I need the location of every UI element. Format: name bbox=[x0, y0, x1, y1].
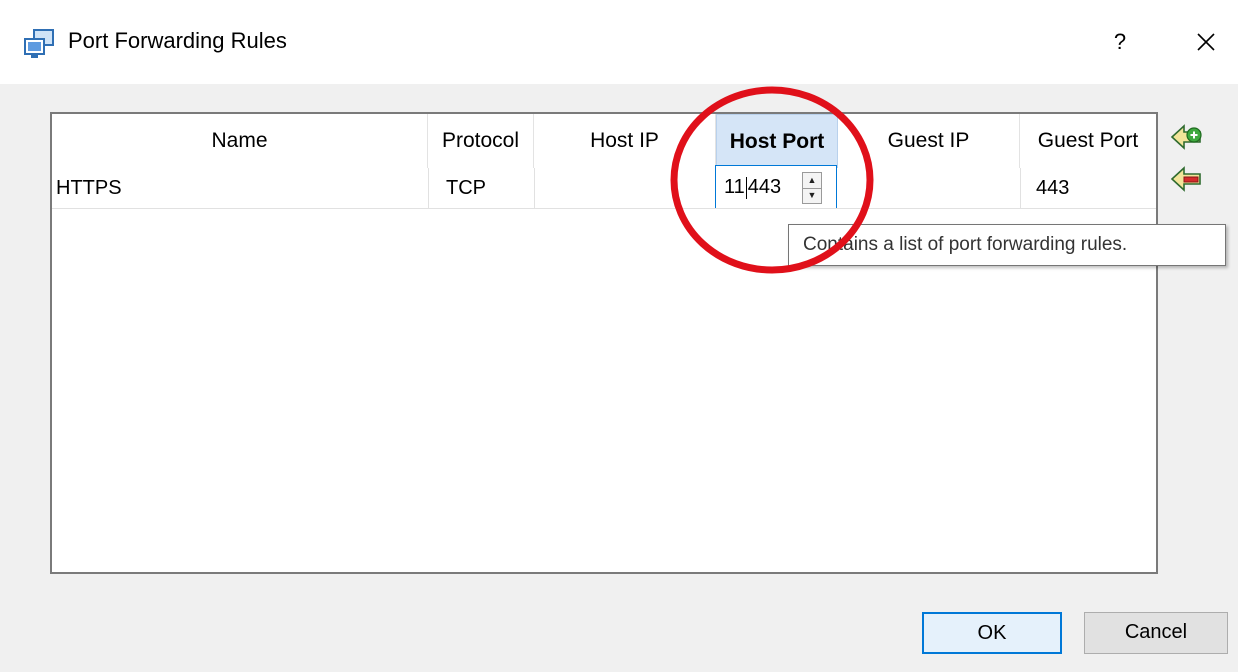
close-button[interactable] bbox=[1182, 22, 1230, 62]
host-port-spinbox[interactable]: 11 443 ▲ ▼ bbox=[715, 165, 837, 209]
column-header-host-port[interactable]: Host Port bbox=[716, 114, 838, 168]
rules-table[interactable]: Name Protocol Host IP Host Port Guest IP… bbox=[50, 112, 1158, 574]
text-caret bbox=[745, 176, 747, 199]
column-divider bbox=[428, 168, 429, 208]
add-rule-icon[interactable] bbox=[1170, 122, 1204, 152]
ok-button[interactable]: OK bbox=[922, 612, 1062, 654]
tooltip: Contains a list of port forwarding rules… bbox=[788, 224, 1226, 266]
column-header-guest-port[interactable]: Guest Port bbox=[1020, 114, 1156, 168]
close-icon bbox=[1197, 33, 1215, 51]
cell-guest-ip[interactable] bbox=[852, 168, 1012, 208]
port-forwarding-app-icon bbox=[24, 29, 54, 58]
row-separator bbox=[52, 208, 1156, 209]
column-header-protocol[interactable]: Protocol bbox=[428, 114, 534, 168]
column-header-name[interactable]: Name bbox=[52, 114, 428, 168]
spin-up-button[interactable]: ▲ bbox=[803, 173, 821, 189]
column-divider bbox=[534, 168, 535, 208]
host-port-text-before-caret: 11 bbox=[724, 176, 745, 198]
cell-name[interactable]: HTTPS bbox=[56, 168, 122, 208]
cell-host-ip[interactable] bbox=[548, 168, 708, 208]
help-button[interactable]: ? bbox=[1096, 22, 1144, 62]
host-port-input[interactable]: 11 443 bbox=[724, 166, 781, 208]
column-header-host-ip[interactable]: Host IP bbox=[534, 114, 716, 168]
cancel-button[interactable]: Cancel bbox=[1084, 612, 1228, 654]
spin-buttons: ▲ ▼ bbox=[802, 172, 822, 204]
remove-rule-icon[interactable] bbox=[1170, 164, 1204, 194]
title-bar: Port Forwarding Rules ? bbox=[0, 0, 1238, 84]
cell-protocol[interactable]: TCP bbox=[446, 168, 486, 208]
window-title: Port Forwarding Rules bbox=[68, 28, 287, 53]
spin-down-button[interactable]: ▼ bbox=[803, 188, 821, 203]
host-port-text-after-caret: 443 bbox=[747, 176, 782, 198]
column-header-guest-ip[interactable]: Guest IP bbox=[838, 114, 1020, 168]
column-divider bbox=[1020, 168, 1021, 208]
cell-guest-port[interactable]: 443 bbox=[1036, 168, 1069, 208]
